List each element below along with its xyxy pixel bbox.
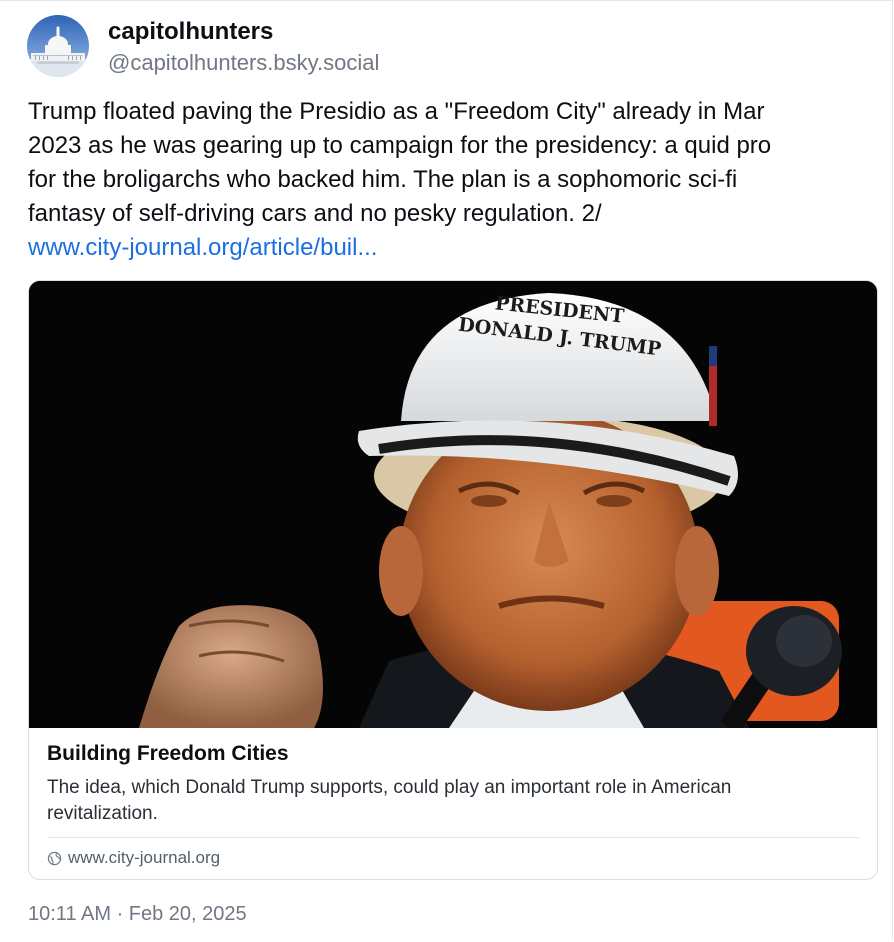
post-container: capitolhunters @capitolhunters.bsky.soci… — [0, 0, 893, 941]
post-link[interactable]: www.city-journal.org/article/buil... — [28, 231, 878, 265]
preview-photo: PRESIDENT DONALD J. TRUMP — [29, 281, 877, 735]
capitol-building-icon — [27, 15, 89, 77]
post-text-line: Trump floated paving the Presidio as a "… — [28, 98, 765, 125]
post-timestamp[interactable]: 10:11 AM · Feb 20, 2025 — [28, 903, 247, 926]
link-preview-domain: www.city-journal.org — [47, 848, 220, 868]
post-text-line: for the broligarchs who backed him. The … — [28, 166, 738, 193]
post-text-line: fantasy of self-driving cars and no pesk… — [28, 200, 602, 227]
link-preview-title: Building Freedom Cities — [47, 742, 289, 765]
card-divider — [47, 837, 859, 838]
globe-icon — [47, 851, 62, 865]
link-preview-description: The idea, which Donald Trump supports, c… — [47, 777, 732, 824]
link-preview-image: PRESIDENT DONALD J. TRUMP — [29, 281, 877, 735]
author-handle[interactable]: @capitolhunters.bsky.social — [108, 50, 379, 76]
link-preview-domain-text: www.city-journal.org — [68, 848, 221, 867]
post-text-line: 2023 as he was gearing up to campaign fo… — [28, 132, 772, 159]
author-display-name[interactable]: capitolhunters — [108, 18, 273, 46]
link-preview-card[interactable]: PRESIDENT DONALD J. TRUMP Building Freed… — [28, 280, 878, 880]
author-avatar[interactable] — [27, 15, 89, 77]
post-body: Trump floated paving the Presidio as a "… — [28, 95, 878, 265]
